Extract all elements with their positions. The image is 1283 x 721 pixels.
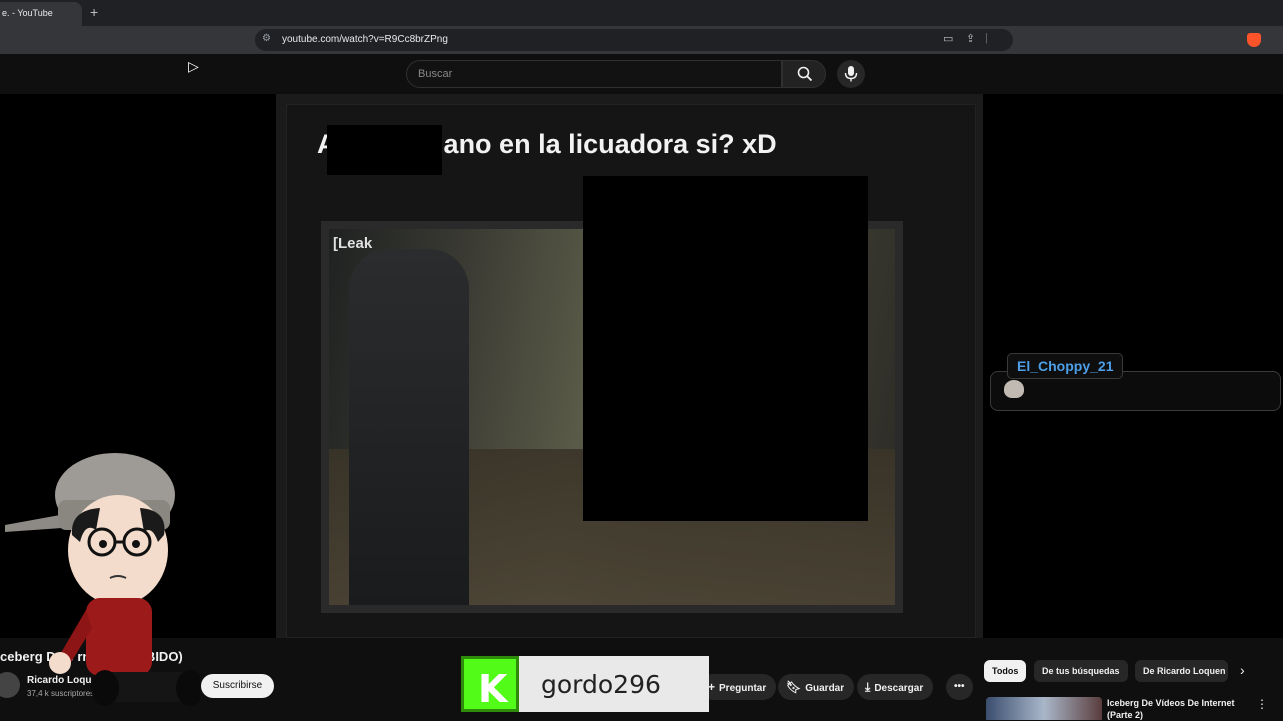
voice-search-button[interactable] [837,60,865,88]
more-actions-button[interactable]: ••• [946,674,973,700]
tab-title: e. - YouTube [2,8,53,18]
site-info-icon[interactable]: ⚙ [262,33,271,44]
clip-bag-shape [349,249,469,605]
bookmark-icon: 🔖︎ [786,680,802,694]
browser-tab-bar: e. - YouTube + [0,0,1283,26]
leak-label: [Leak [333,235,373,252]
youtube-header: ▷ Buscar [0,54,1283,94]
subscribe-button[interactable]: Suscribirse [201,674,274,698]
search-icon [797,66,813,82]
cast-icon[interactable]: ▭ [943,32,953,45]
kick-logo-icon: K [461,656,519,712]
search-button[interactable] [782,60,826,88]
ask-button[interactable]: + Preguntar [700,674,777,700]
mouse-cursor-icon: ▷ [188,58,199,74]
chat-emote-icon [1004,380,1024,398]
mii-avatar-overlay [5,453,200,706]
search-input[interactable]: Buscar [406,60,782,88]
more-icon: ••• [954,681,965,692]
video-content: A ete la mano en la licuadora si? xD [Le… [286,104,976,638]
download-icon: ⤓ [865,680,871,694]
chevron-right-icon[interactable]: › [1240,662,1245,678]
video-frame: A ete la mano en la licuadora si? xD [Le… [276,94,983,638]
censor-box-large [583,176,868,521]
kick-username-overlay: K gordo296 [461,656,709,712]
brave-shield-icon[interactable] [1247,33,1261,47]
browser-tab[interactable]: e. - YouTube [0,2,82,26]
microphone-icon [844,66,858,82]
censor-box [327,125,442,175]
recommended-thumbnail[interactable] [986,697,1102,720]
address-bar: ⚙ youtube.com/watch?v=R9Cc8brZPng ▭ ⇪ | [0,26,1283,54]
new-tab-button[interactable]: + [90,4,98,20]
share-icon[interactable]: ⇪ [966,32,975,45]
chip-from-channel[interactable]: De Ricardo Loquen [1135,660,1228,682]
sparkle-icon: + [708,680,716,694]
ask-label: Preguntar [719,683,767,694]
search-placeholder: Buscar [418,68,453,80]
chip-from-searches[interactable]: De tus búsquedas [1034,660,1128,682]
save-label: Guardar [805,683,845,694]
save-button[interactable]: 🔖︎ Guardar [778,674,855,700]
download-label: Descargar [874,683,924,694]
omnibox[interactable]: ⚙ youtube.com/watch?v=R9Cc8brZPng ▭ ⇪ | [255,29,1261,51]
recommended-more-icon[interactable]: ⋮ [1256,697,1268,711]
chat-username: El_Choppy_21 [1007,353,1124,379]
download-button[interactable]: ⤓ Descargar [857,674,934,700]
url-text[interactable]: youtube.com/watch?v=R9Cc8brZPng [282,34,448,45]
recommended-title[interactable]: Iceberg De Vídeos De Internet (Parte 2) [1107,697,1247,721]
divider: | [985,32,988,44]
chip-all[interactable]: Todos [984,660,1027,682]
kick-username: gordo296 [541,670,661,699]
